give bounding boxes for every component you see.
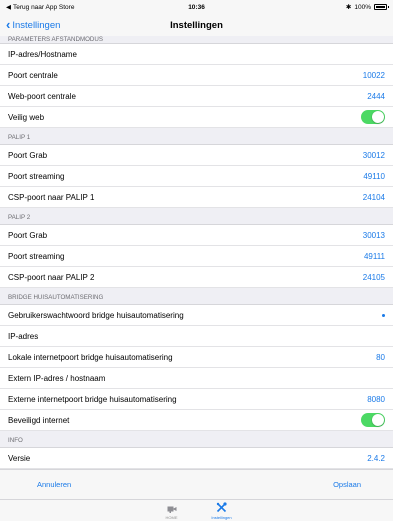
settings-list[interactable]: PARAMETERS AFSTANDMODUS IP-adres/Hostnam…: [0, 36, 393, 469]
row-webport-central[interactable]: Web-poort centrale 2444: [0, 86, 393, 107]
version-value: 2.4.2: [367, 453, 385, 463]
section-header-bridge: BRIDGE HUISAUTOMATISERING: [0, 288, 393, 305]
section-header-info: INFO: [0, 431, 393, 448]
row-label: Beveiligd internet: [8, 415, 70, 425]
back-button-label: Instellingen: [12, 19, 61, 31]
bluetooth-icon: ✱: [345, 4, 352, 11]
tools-icon: [216, 502, 227, 513]
camera-icon: [167, 506, 176, 513]
row-label: Poort streaming: [8, 171, 65, 181]
row-palip1-csp[interactable]: CSP-poort naar PALIP 1 24104: [0, 187, 393, 208]
row-label: Gebruikerswachtwoord bridge huisautomati…: [8, 310, 184, 320]
chevron-left-icon: ‹: [6, 16, 11, 32]
row-label: Poort centrale: [8, 70, 58, 80]
row-label: CSP-poort naar PALIP 1: [8, 192, 95, 202]
tab-settings[interactable]: Instellingen: [207, 500, 237, 521]
row-label: Poort streaming: [8, 251, 65, 261]
row-palip1-streaming[interactable]: Poort streaming 49110: [0, 166, 393, 187]
row-value[interactable]: 24104: [363, 193, 385, 202]
battery-icon: [374, 4, 389, 10]
row-secure-web: Veilig web: [0, 107, 393, 128]
save-button[interactable]: Opslaan: [333, 480, 361, 489]
battery-percent: 100%: [354, 3, 371, 11]
page-title: Instellingen: [170, 19, 223, 31]
section-header-palip1: PALIP 1: [0, 128, 393, 145]
secure-internet-toggle[interactable]: [361, 413, 385, 427]
tab-label: HOME: [165, 515, 178, 520]
row-label: Externe internetpoort bridge huisautomat…: [8, 394, 177, 404]
row-bridge-extport[interactable]: Externe internetpoort bridge huisautomat…: [0, 389, 393, 410]
tab-label: Instellingen: [211, 515, 232, 520]
row-label: Veilig web: [8, 112, 45, 122]
row-palip2-csp[interactable]: CSP-poort naar PALIP 2 24105: [0, 267, 393, 288]
row-label: Versie: [8, 453, 31, 463]
row-bridge-extip[interactable]: Extern IP-adres / hostnaam: [0, 368, 393, 389]
row-version: Versie 2.4.2: [0, 448, 393, 469]
row-label: Lokale internetpoort bridge huisautomati…: [8, 352, 173, 362]
password-masked-value[interactable]: [382, 313, 385, 317]
back-to-app-store[interactable]: ◀ Terug naar App Store: [6, 3, 75, 12]
row-value[interactable]: 8080: [367, 395, 385, 404]
row-port-central[interactable]: Poort centrale 10022: [0, 65, 393, 86]
status-right: ✱ 100%: [345, 3, 389, 11]
secure-web-toggle[interactable]: [361, 110, 385, 124]
row-label: Extern IP-adres / hostnaam: [8, 373, 106, 383]
row-value[interactable]: 2444: [367, 92, 385, 101]
section-header-palip2: PALIP 2: [0, 208, 393, 225]
row-label: IP-adres: [8, 331, 39, 341]
row-value[interactable]: 49111: [364, 252, 385, 261]
section-header-remote: PARAMETERS AFSTANDMODUS: [0, 36, 393, 44]
row-value[interactable]: 10022: [363, 71, 385, 80]
row-secure-internet: Beveiligd internet: [0, 410, 393, 431]
row-palip2-grab[interactable]: Poort Grab 30013: [0, 225, 393, 246]
row-label: Poort Grab: [8, 230, 48, 240]
back-triangle-icon: ◀: [6, 4, 11, 11]
navigation-bar: ‹ Instellingen Instellingen: [0, 14, 393, 36]
action-bar: Annuleren Opslaan: [0, 469, 393, 499]
row-label: CSP-poort naar PALIP 2: [8, 272, 95, 282]
row-label: Web-poort centrale: [8, 91, 76, 101]
row-value[interactable]: 24105: [363, 273, 385, 282]
row-value[interactable]: 30013: [363, 231, 385, 240]
row-bridge-password[interactable]: Gebruikerswachtwoord bridge huisautomati…: [0, 305, 393, 326]
tab-home[interactable]: HOME: [157, 500, 187, 521]
row-bridge-localport[interactable]: Lokale internetpoort bridge huisautomati…: [0, 347, 393, 368]
row-ip-hostname[interactable]: IP-adres/Hostname: [0, 44, 393, 65]
back-app-label: Terug naar App Store: [13, 3, 75, 11]
row-label: Poort Grab: [8, 150, 48, 160]
row-value[interactable]: 80: [376, 353, 385, 362]
row-palip2-streaming[interactable]: Poort streaming 49111: [0, 246, 393, 267]
tab-bar: HOME Instellingen: [0, 499, 393, 521]
row-bridge-ip[interactable]: IP-adres: [0, 326, 393, 347]
row-value[interactable]: 30012: [363, 151, 385, 160]
row-palip1-grab[interactable]: Poort Grab 30012: [0, 145, 393, 166]
cancel-button[interactable]: Annuleren: [37, 480, 71, 489]
back-button[interactable]: ‹ Instellingen: [6, 14, 60, 36]
row-value[interactable]: 49110: [363, 172, 385, 181]
status-time: 10:36: [188, 3, 205, 11]
status-bar: ◀ Terug naar App Store 10:36 ✱ 100%: [0, 0, 393, 14]
row-label: IP-adres/Hostname: [8, 49, 77, 59]
